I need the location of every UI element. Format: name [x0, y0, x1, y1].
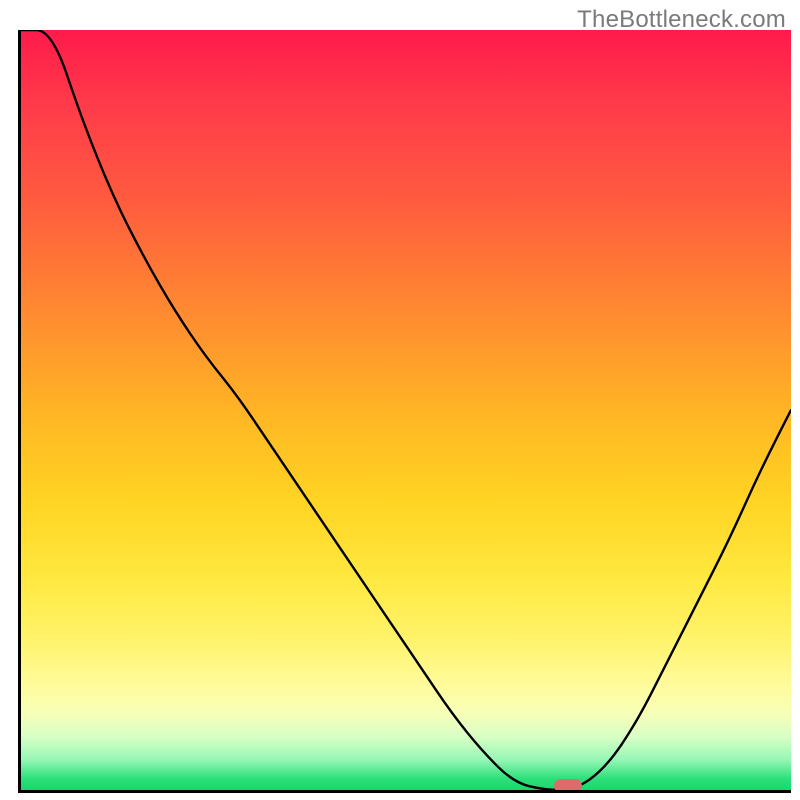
optimum-marker [554, 779, 582, 793]
bottleneck-curve [21, 30, 791, 790]
plot-area [18, 30, 791, 793]
chart-container: TheBottleneck.com [0, 0, 800, 800]
curve-path [21, 30, 791, 790]
